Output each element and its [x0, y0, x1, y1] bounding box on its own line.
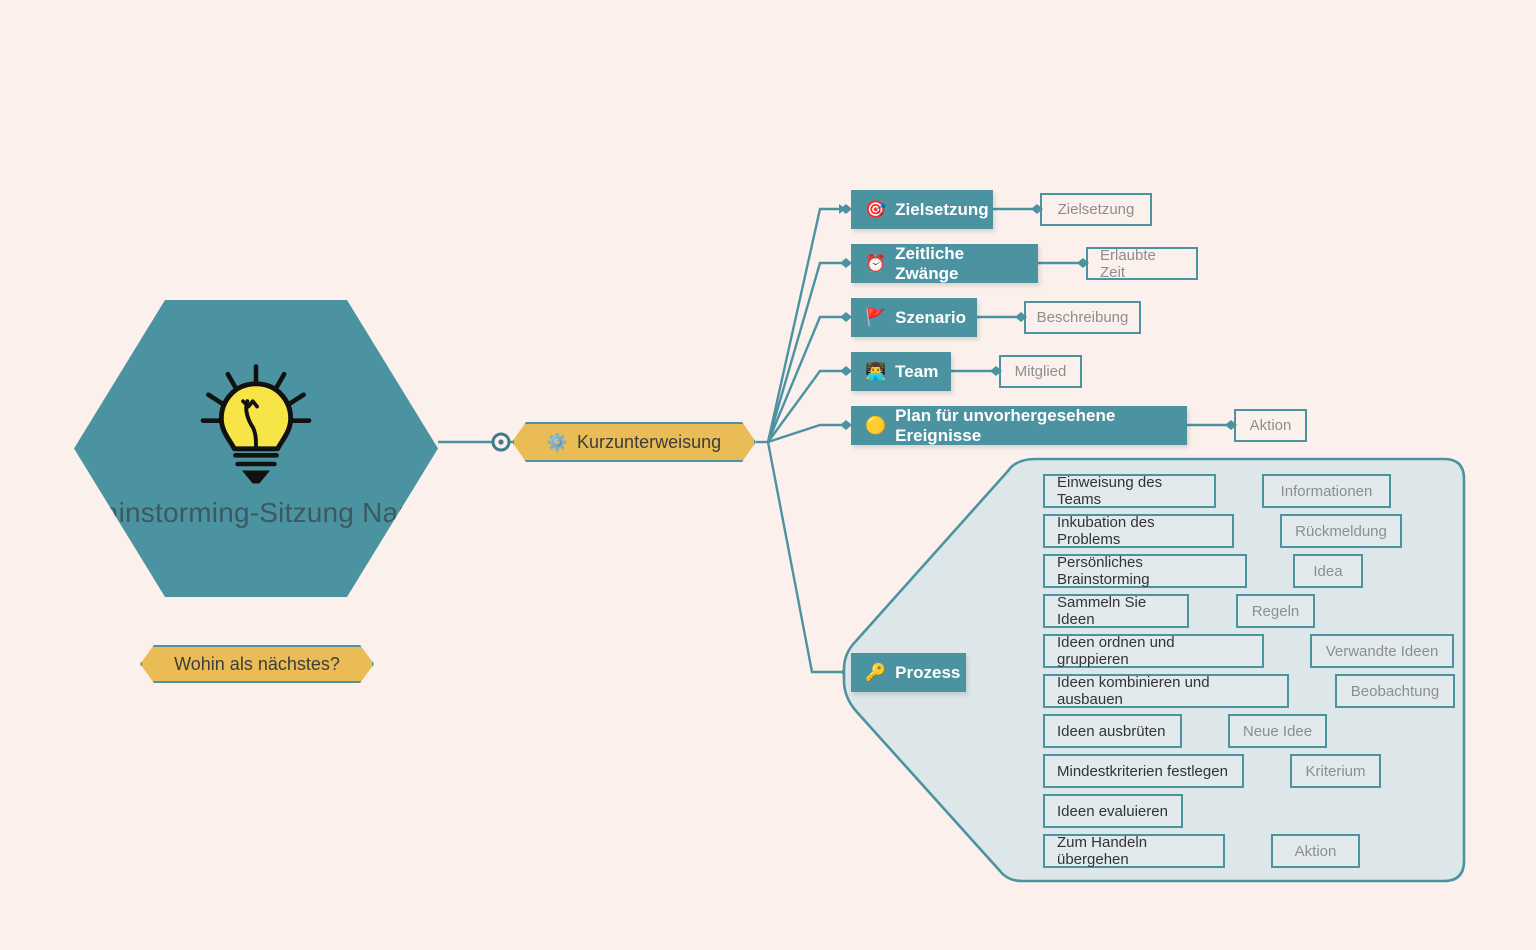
- leaf-label: Beschreibung: [1036, 309, 1129, 326]
- gear-icon: ⚙️: [546, 432, 569, 452]
- where-next-label: Wohin als nächstes?: [174, 653, 340, 674]
- step-child-label: Neue Idee: [1242, 722, 1313, 740]
- central-topic-node[interactable]: ⚙️ Kurzunterweisung: [512, 422, 756, 462]
- step-label: Einweisung des Teams: [1057, 474, 1163, 508]
- topic-prozess[interactable]: 🔑 Prozess: [851, 653, 966, 692]
- topic-zeitliche-zwaenge[interactable]: ⏰ Zeitliche Zwänge: [851, 244, 1038, 283]
- step-child-label: Verwandte Ideen: [1325, 642, 1439, 660]
- step-label: Sammeln Sie Ideen: [1057, 594, 1147, 628]
- step-child-node[interactable]: Idea: [1293, 554, 1363, 588]
- step-node[interactable]: Inkubation des Problems: [1043, 514, 1234, 548]
- step-node[interactable]: Ideen kombinieren und ausbauen: [1043, 674, 1289, 708]
- yellow-circle-icon: 🟡: [865, 416, 887, 435]
- step-node[interactable]: Ideen evaluieren: [1043, 794, 1183, 828]
- step-child-label: Rückmeldung: [1295, 522, 1387, 540]
- step-child-label: Aktion: [1294, 842, 1337, 860]
- step-child-node[interactable]: Kriterium: [1290, 754, 1381, 788]
- leaf-label: Mitglied: [1014, 363, 1067, 380]
- step-label: Inkubation des Problems: [1057, 514, 1155, 548]
- step-node[interactable]: Sammeln Sie Ideen: [1043, 594, 1189, 628]
- step-node[interactable]: Zum Handeln übergehen: [1043, 834, 1225, 868]
- topic-szenario[interactable]: 🚩 Szenario: [851, 298, 977, 337]
- step-child-node[interactable]: Rückmeldung: [1280, 514, 1402, 548]
- step-child-label: Idea: [1313, 562, 1343, 580]
- step-child-node[interactable]: Beobachtung: [1335, 674, 1455, 708]
- dart-target-icon: 🎯: [865, 200, 887, 219]
- topic-plan-unvorhergesehene[interactable]: 🟡 Plan für unvorhergesehene Ereignisse: [851, 406, 1187, 445]
- topic-label: Szenario: [895, 307, 967, 327]
- step-child-node[interactable]: Verwandte Ideen: [1310, 634, 1454, 668]
- step-child-label: Regeln: [1251, 602, 1300, 620]
- leaf-aktion[interactable]: Aktion: [1234, 409, 1307, 442]
- key-icon: 🔑: [865, 663, 887, 682]
- step-label: Ideen ausbrüten: [1057, 722, 1166, 740]
- leaf-label: Erlaubte Zeit: [1100, 246, 1156, 281]
- central-topic-label: Kurzunterweisung: [577, 431, 722, 452]
- step-child-node[interactable]: Regeln: [1236, 594, 1315, 628]
- topic-label: Zeitliche Zwänge: [895, 243, 965, 283]
- step-label: Mindestkriterien festlegen: [1057, 762, 1228, 780]
- topic-label: Team: [895, 361, 939, 381]
- person-at-laptop-icon: 👨‍💻: [865, 362, 887, 381]
- step-label: Zum Handeln übergehen: [1057, 834, 1148, 868]
- step-child-label: Informationen: [1280, 482, 1373, 500]
- step-child-node[interactable]: Neue Idee: [1228, 714, 1327, 748]
- green-flag-icon: 🚩: [865, 308, 887, 327]
- topic-team[interactable]: 👨‍💻 Team: [851, 352, 951, 391]
- leaf-label: Aktion: [1249, 417, 1292, 434]
- step-label: Ideen kombinieren und ausbauen: [1057, 674, 1210, 708]
- step-node[interactable]: Ideen ordnen und gruppieren: [1043, 634, 1264, 668]
- leaf-beschreibung[interactable]: Beschreibung: [1024, 301, 1141, 334]
- step-child-node[interactable]: Informationen: [1262, 474, 1391, 508]
- leaf-label: Zielsetzung: [1057, 201, 1135, 218]
- topic-label: Plan für unvorhergesehene Ereignisse: [895, 405, 1116, 445]
- topic-label: Prozess: [895, 662, 961, 682]
- step-node[interactable]: Ideen ausbrüten: [1043, 714, 1182, 748]
- root-node[interactable]: Brainstorming-Sitzung Name: [74, 300, 438, 597]
- step-label: Ideen ordnen und gruppieren: [1057, 634, 1175, 668]
- topic-zielsetzung[interactable]: 🎯 Zielsetzung: [851, 190, 993, 229]
- alarm-clock-icon: ⏰: [865, 254, 887, 273]
- leaf-mitglied[interactable]: Mitglied: [999, 355, 1082, 388]
- step-child-label: Kriterium: [1305, 762, 1366, 780]
- leaf-zielsetzung[interactable]: Zielsetzung: [1040, 193, 1152, 226]
- step-child-node[interactable]: Aktion: [1271, 834, 1360, 868]
- step-child-label: Beobachtung: [1350, 682, 1440, 700]
- step-label: Ideen evaluieren: [1057, 802, 1168, 820]
- mindmap-canvas: Brainstorming-Sitzung Name ⚙️ Kurzunterw…: [0, 0, 1536, 950]
- step-label: Persönliches Brainstorming: [1057, 554, 1150, 588]
- step-node[interactable]: Mindestkriterien festlegen: [1043, 754, 1244, 788]
- leaf-erlaubte-zeit[interactable]: Erlaubte Zeit: [1086, 246, 1198, 281]
- root-title: Brainstorming-Sitzung Name: [74, 496, 438, 528]
- step-node[interactable]: Einweisung des Teams: [1043, 474, 1216, 508]
- topic-label: Zielsetzung: [895, 199, 989, 219]
- lightbulb-icon: [200, 363, 312, 483]
- collapse-handle-icon: [491, 432, 511, 452]
- where-next-button[interactable]: Wohin als nächstes?: [140, 645, 374, 683]
- step-node[interactable]: Persönliches Brainstorming: [1043, 554, 1247, 588]
